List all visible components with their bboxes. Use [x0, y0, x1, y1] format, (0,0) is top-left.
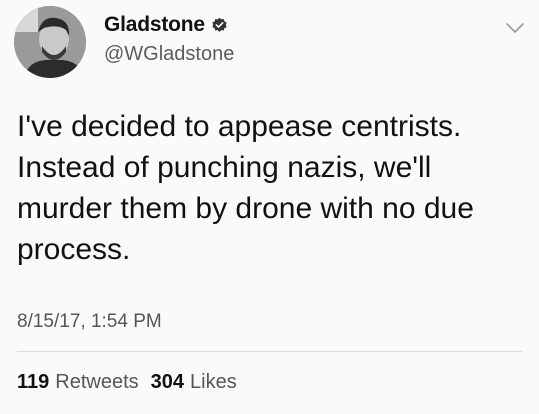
chevron-down-icon[interactable] [505, 22, 525, 34]
likes-count[interactable]: 304 [151, 371, 184, 394]
likes-label[interactable]: Likes [190, 371, 237, 394]
author-handle[interactable]: @WGladstone [104, 43, 234, 66]
avatar[interactable] [14, 6, 86, 78]
retweets-count[interactable]: 119 [17, 371, 49, 394]
author-name-row: Gladstone [104, 13, 228, 37]
retweets-label[interactable]: Retweets [55, 371, 138, 394]
tweet-stats: 119 Retweets 304 Likes [17, 371, 249, 394]
tweet-text: I've decided to appease centrists. Inste… [17, 110, 474, 266]
tweet-card: Gladstone @WGladstone I've decided to ap… [0, 0, 539, 414]
divider [17, 351, 522, 352]
author-display-name[interactable]: Gladstone [104, 13, 205, 37]
tweet-timestamp[interactable]: 8/15/17, 1:54 PM [17, 311, 162, 333]
verified-badge-icon [211, 17, 228, 34]
